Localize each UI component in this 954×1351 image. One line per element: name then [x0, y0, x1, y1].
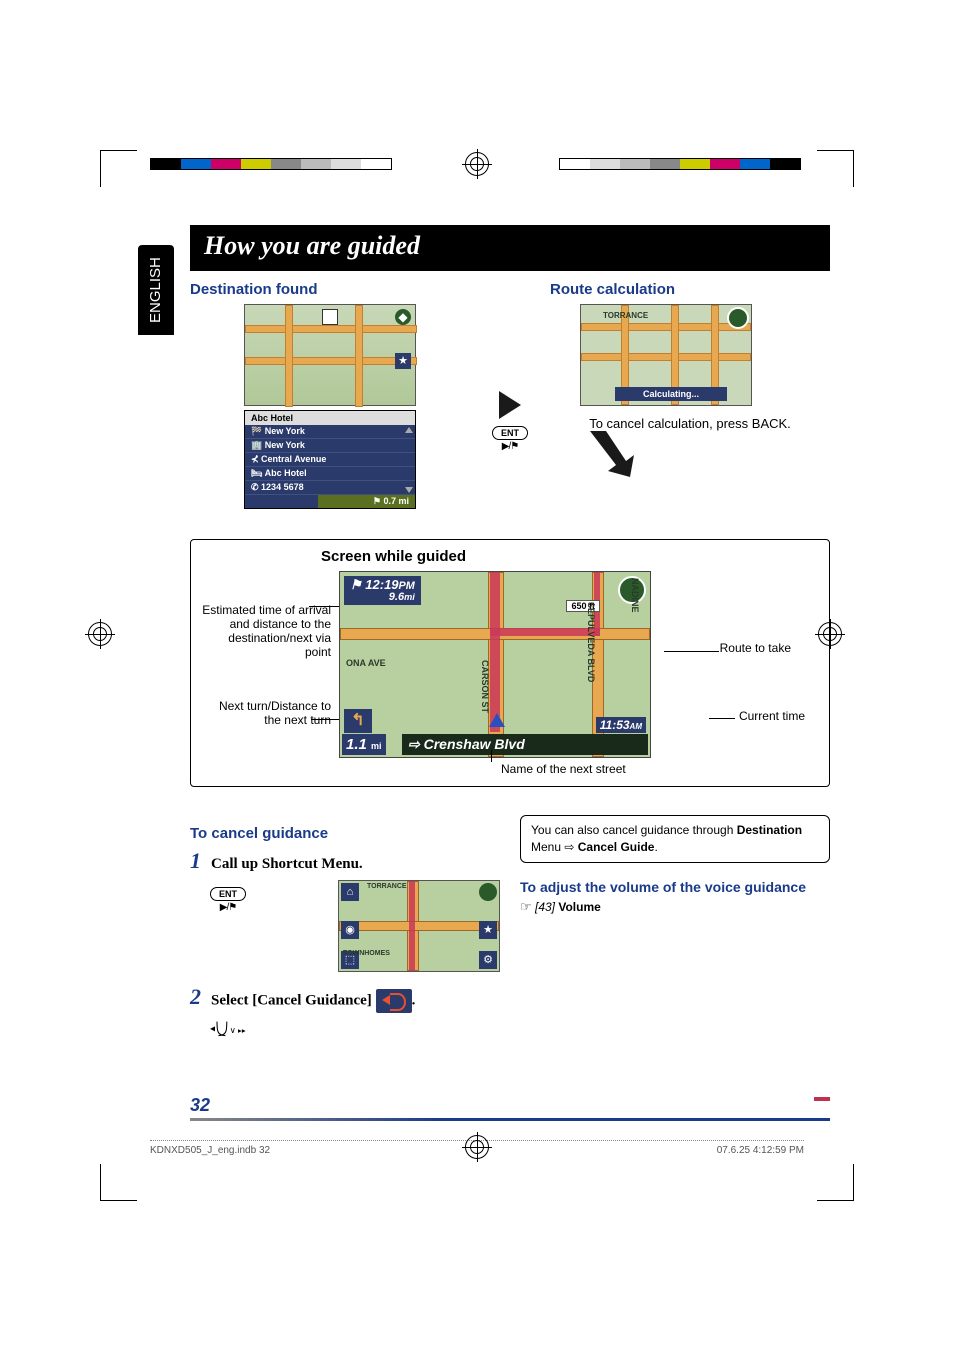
card-row: 🏁 New York [245, 425, 415, 439]
page-footer: 32 [190, 1095, 830, 1121]
step-2: 2 Select [Cancel Guidance] . [190, 984, 500, 1013]
flow-middle: ENT ▶/⚑ [480, 271, 540, 511]
tips-column: You can also cancel guidance through Des… [520, 815, 830, 1046]
route-calculation-section: Route calculation TORRANCE Calculating..… [550, 271, 830, 511]
street-label: CARSON ST [480, 660, 490, 713]
cancel-guidance-icon [376, 989, 412, 1013]
guided-left-labels: Estimated time of arrival and distance t… [201, 603, 331, 727]
registration-mark-left [88, 622, 112, 646]
scroll-up-icon [405, 427, 413, 433]
eta-badge: ⚑ 12:19PM 9.6mi [344, 576, 421, 605]
corner-icon: ⚙ [479, 951, 497, 969]
turn-icon: ↰ [344, 709, 372, 733]
card-row: 🏢 New York [245, 439, 415, 453]
language-tab: ENGLISH [138, 245, 174, 335]
guided-map: ⚑ 12:19PM 9.6mi 650 ft CARSON ST SEPULVE… [339, 571, 651, 758]
screen-while-guided-box: Screen while guided Estimated time of ar… [190, 539, 830, 787]
step-text: Call up Shortcut Menu. [211, 856, 363, 873]
play-icon: ▶/⚑ [210, 902, 246, 913]
card-distance: 0.7 mi [383, 496, 409, 506]
next-turn-label: Next turn/Distance to the next turn [201, 699, 331, 727]
crop-mark-bottom-left [100, 1164, 137, 1201]
eta-label: Estimated time of arrival and distance t… [201, 603, 331, 659]
calculating-label: Calculating... [615, 387, 727, 401]
next-street-label: Name of the next street [501, 762, 819, 776]
star-icon: ★ [479, 921, 497, 939]
street-label: NADINE [630, 578, 640, 613]
scroll-down-icon [405, 487, 413, 493]
card-title: Abc Hotel [245, 411, 415, 425]
card-row: ✆ 1234 5678 [245, 481, 415, 495]
registration-mark-top [465, 152, 489, 176]
guided-heading: Screen while guided [201, 548, 819, 565]
shortcut-menu-map: ⌂ ◉ ★ ⬚ ⚙ TORRANCE TOWNHOMES [338, 880, 500, 972]
map-area-label: TORRANCE [367, 883, 407, 890]
turn-distance-badge: 1.1 mi [342, 734, 386, 755]
compass-icon: ◆ [395, 309, 411, 325]
hand-icon: ☞ [520, 899, 532, 914]
play-icon: ▶/⚑ [492, 441, 528, 452]
page-content: How you are guided Destination found ◆ ★… [190, 225, 830, 1046]
print-file: KDNXD505_J_eng.indb 32 [150, 1145, 270, 1156]
card-row: ⊀ Central Avenue [245, 453, 415, 467]
area-label: TORRANCE [603, 311, 648, 320]
star-icon: ★ [395, 353, 411, 369]
next-street-bar: ⇨ Crenshaw Blvd [402, 734, 648, 755]
home-icon [322, 309, 338, 325]
svg-text:▸▸: ▸▸ [238, 1025, 246, 1034]
route-calculation-heading: Route calculation [550, 281, 830, 298]
car-icon [489, 713, 505, 727]
down-control-icon: ◂ ∨▸▸ [210, 1019, 500, 1046]
cancel-guidance-section: To cancel guidance 1 Call up Shortcut Me… [190, 815, 500, 1046]
colorbar-left [150, 158, 392, 170]
step-number: 2 [190, 984, 201, 1010]
down-right-arrow-icon [590, 431, 636, 477]
ent-control[interactable]: ENT ▶/⚑ [210, 884, 246, 913]
current-time-label: Current time [739, 709, 805, 723]
step-number: 1 [190, 848, 201, 874]
street-label: SEPULVEDA BLVD [586, 602, 596, 682]
step-text: Select [Cancel Guidance] . [211, 989, 415, 1013]
volume-heading: To adjust the volume of the voice guidan… [520, 879, 830, 895]
right-arrow-icon [499, 391, 521, 419]
print-timestamp: 07.6.25 4:12:59 PM [717, 1145, 804, 1156]
volume-ref: ☞ [43] Volume [520, 899, 830, 915]
page-title: How you are guided [190, 225, 830, 271]
svg-text:◂: ◂ [210, 1023, 215, 1034]
corner-icon: ◉ [341, 921, 359, 939]
destination-map-thumb: ◆ ★ [244, 304, 416, 406]
svg-text:∨: ∨ [230, 1024, 236, 1034]
page-number: 32 [190, 1095, 210, 1115]
route-to-take-label: Route to take [720, 641, 791, 655]
destination-found-heading: Destination found [190, 281, 470, 298]
calculation-map: TORRANCE Calculating... [580, 304, 752, 406]
crop-mark-bottom-right [817, 1164, 854, 1201]
card-row: 🛏 Abc Hotel [245, 467, 415, 481]
registration-mark-bottom [465, 1135, 489, 1159]
compass-icon [727, 307, 749, 329]
cancel-guidance-heading: To cancel guidance [190, 825, 500, 842]
corner-icon: ⌂ [341, 883, 359, 901]
ent-button[interactable]: ENT [492, 426, 528, 440]
destination-found-section: Destination found ◆ ★ Abc Hotel 🏁 New Yo… [190, 271, 470, 511]
street-label: ONA AVE [346, 658, 386, 668]
clock-badge: 11:53AM [596, 717, 646, 733]
compass-icon [479, 883, 497, 901]
destination-info-card: Abc Hotel 🏁 New York 🏢 New York ⊀ Centra… [244, 410, 416, 509]
tip-box: You can also cancel guidance through Des… [520, 815, 830, 863]
colorbar-right [559, 158, 801, 170]
cancel-calc-text: To cancel calculation, press BACK. [550, 416, 830, 431]
map-bottom-label: TOWNHOMES [343, 950, 390, 957]
step-1: 1 Call up Shortcut Menu. [190, 848, 500, 874]
